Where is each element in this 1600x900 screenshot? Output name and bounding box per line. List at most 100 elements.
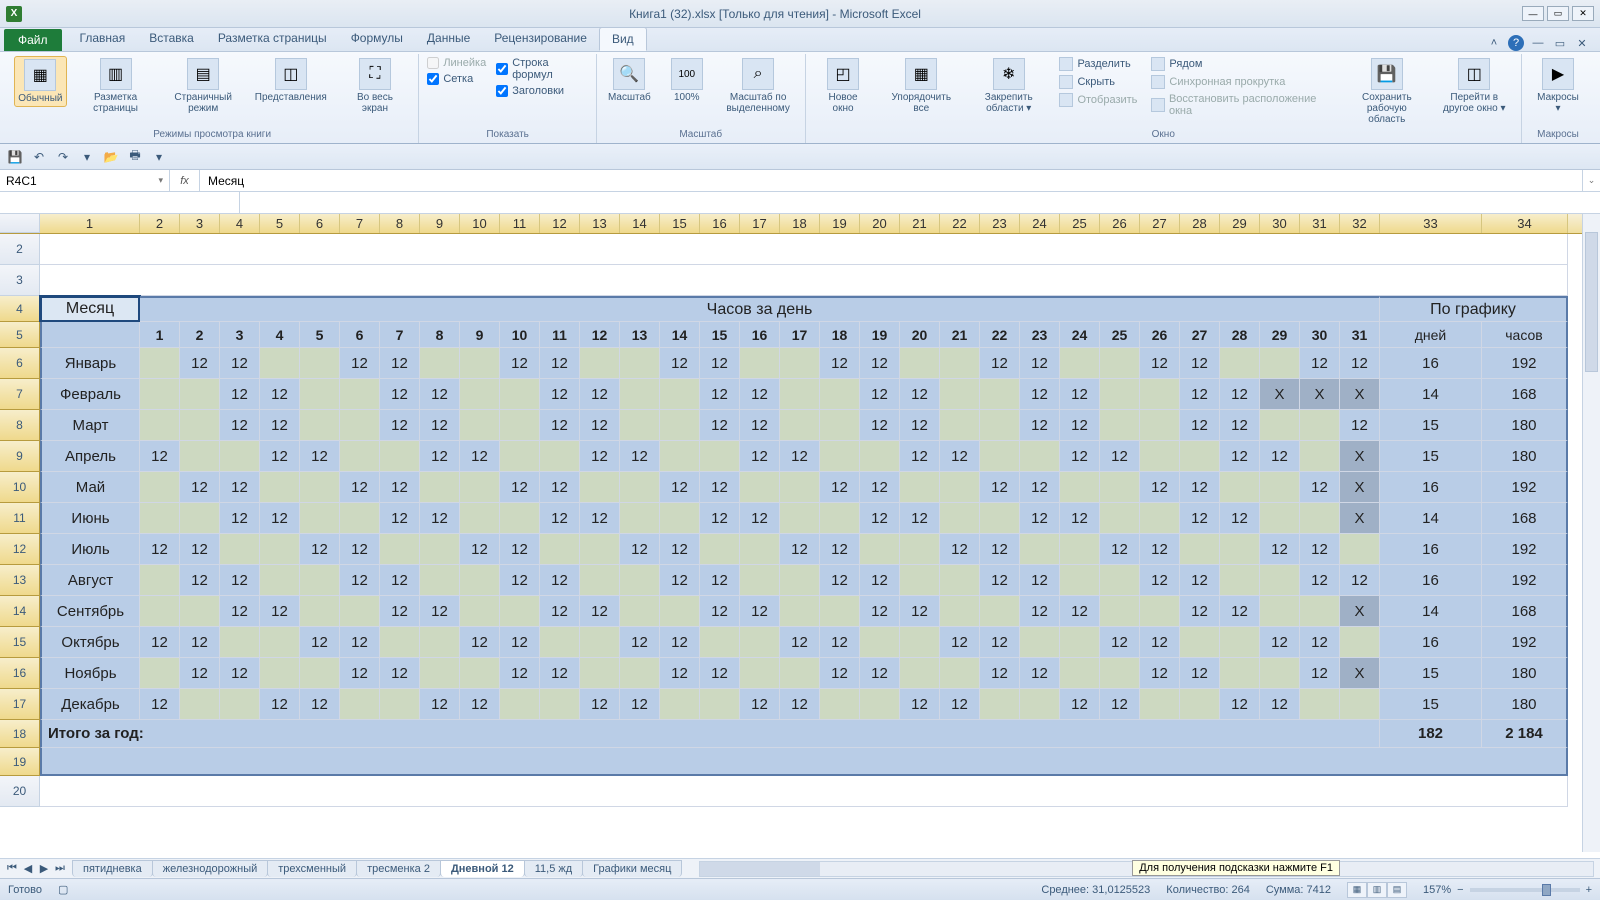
days-total[interactable]: 14 [1380,379,1482,410]
hours-total[interactable]: 168 [1482,503,1568,534]
day-cell[interactable]: X [1340,441,1380,472]
column-header[interactable]: 31 [1300,214,1340,233]
days-total[interactable]: 15 [1380,410,1482,441]
day-cell[interactable]: 12 [140,441,180,472]
day-cell[interactable]: 12 [220,348,260,379]
row-header[interactable]: 18 [0,720,40,748]
day-cell[interactable]: 12 [740,379,780,410]
day-cell[interactable]: 12 [340,658,380,689]
day-cell[interactable] [1220,472,1260,503]
day-cell[interactable] [180,503,220,534]
day-cell[interactable]: 12 [1020,503,1060,534]
day-cell[interactable]: 12 [1300,348,1340,379]
day-cell[interactable] [740,534,780,565]
days-total[interactable]: 16 [1380,534,1482,565]
day-cell[interactable]: 12 [780,689,820,720]
day-cell[interactable] [940,348,980,379]
day-cell[interactable]: 12 [820,627,860,658]
day-cell[interactable]: 12 [1020,472,1060,503]
doc-restore-icon[interactable]: ▭ [1552,35,1568,51]
day-cell[interactable] [660,441,700,472]
day-cell[interactable] [460,410,500,441]
day-cell[interactable] [300,348,340,379]
day-cell[interactable]: 12 [1260,441,1300,472]
row-header[interactable]: 5 [0,322,40,348]
sheet-tab[interactable]: железнодорожный [152,860,269,877]
day-cell[interactable] [220,689,260,720]
day-cell[interactable] [780,658,820,689]
view-normal-icon[interactable]: ▦ [1347,882,1367,898]
day-cell[interactable] [820,596,860,627]
day-cell[interactable] [620,658,660,689]
day-cell[interactable]: 12 [380,596,420,627]
day-cell[interactable] [1260,658,1300,689]
day-cell[interactable] [420,565,460,596]
headings-checkbox[interactable]: Заголовки [496,84,588,98]
day-cell[interactable]: 12 [1020,596,1060,627]
days-total[interactable]: 16 [1380,627,1482,658]
column-header[interactable]: 32 [1340,214,1380,233]
day-cell[interactable]: 12 [140,627,180,658]
column-header[interactable]: 9 [420,214,460,233]
day-cell[interactable] [1260,348,1300,379]
day-cell[interactable]: 12 [1140,565,1180,596]
day-cell[interactable] [220,627,260,658]
row-header[interactable]: 9 [0,441,40,472]
day-cell[interactable]: 12 [1140,658,1180,689]
day-header[interactable]: 16 [740,322,780,348]
column-header[interactable]: 33 [1380,214,1482,233]
header-hours[interactable]: часов [1482,322,1568,348]
day-cell[interactable]: 12 [340,627,380,658]
day-cell[interactable]: 12 [420,689,460,720]
day-cell[interactable]: 12 [660,472,700,503]
day-cell[interactable] [780,472,820,503]
hide-button[interactable]: Скрыть [1057,74,1139,90]
day-cell[interactable] [500,379,540,410]
day-cell[interactable] [340,596,380,627]
day-header[interactable]: 30 [1300,322,1340,348]
day-cell[interactable]: 12 [260,441,300,472]
day-cell[interactable] [300,565,340,596]
day-header[interactable]: 17 [780,322,820,348]
column-header[interactable]: 28 [1180,214,1220,233]
day-header[interactable]: 13 [620,322,660,348]
day-cell[interactable] [1020,689,1060,720]
day-cell[interactable] [740,627,780,658]
days-total[interactable]: 15 [1380,441,1482,472]
day-cell[interactable] [940,503,980,534]
day-cell[interactable]: 12 [980,348,1020,379]
day-cell[interactable] [300,472,340,503]
day-cell[interactable]: 12 [860,472,900,503]
day-header[interactable]: 1 [140,322,180,348]
day-cell[interactable] [1140,441,1180,472]
month-name[interactable]: Март [40,410,140,441]
column-header[interactable]: 2 [140,214,180,233]
days-total[interactable]: 14 [1380,596,1482,627]
days-total[interactable]: 14 [1380,503,1482,534]
day-cell[interactable] [1180,689,1220,720]
day-cell[interactable]: 12 [1060,379,1100,410]
day-cell[interactable]: 12 [1020,348,1060,379]
day-cell[interactable]: 12 [980,658,1020,689]
day-cell[interactable]: 12 [900,441,940,472]
day-cell[interactable] [140,503,180,534]
day-cell[interactable]: 12 [260,410,300,441]
day-cell[interactable]: 12 [380,503,420,534]
day-cell[interactable] [1140,410,1180,441]
day-cell[interactable]: 12 [500,472,540,503]
day-cell[interactable]: 12 [1180,658,1220,689]
day-cell[interactable]: 12 [1060,596,1100,627]
name-box[interactable]: R4C1 [0,170,170,191]
day-cell[interactable]: 12 [1180,379,1220,410]
row-header[interactable]: 19 [0,748,40,776]
day-cell[interactable]: 12 [460,627,500,658]
day-cell[interactable] [900,658,940,689]
day-cell[interactable]: 12 [940,441,980,472]
zoom-100-button[interactable]: 100100% [664,56,710,105]
day-cell[interactable] [1260,503,1300,534]
ribbon-tab-1[interactable]: Вставка [137,27,206,51]
day-cell[interactable]: X [1260,379,1300,410]
column-header[interactable]: 1 [40,214,140,233]
day-cell[interactable]: 12 [700,410,740,441]
day-cell[interactable] [1300,596,1340,627]
